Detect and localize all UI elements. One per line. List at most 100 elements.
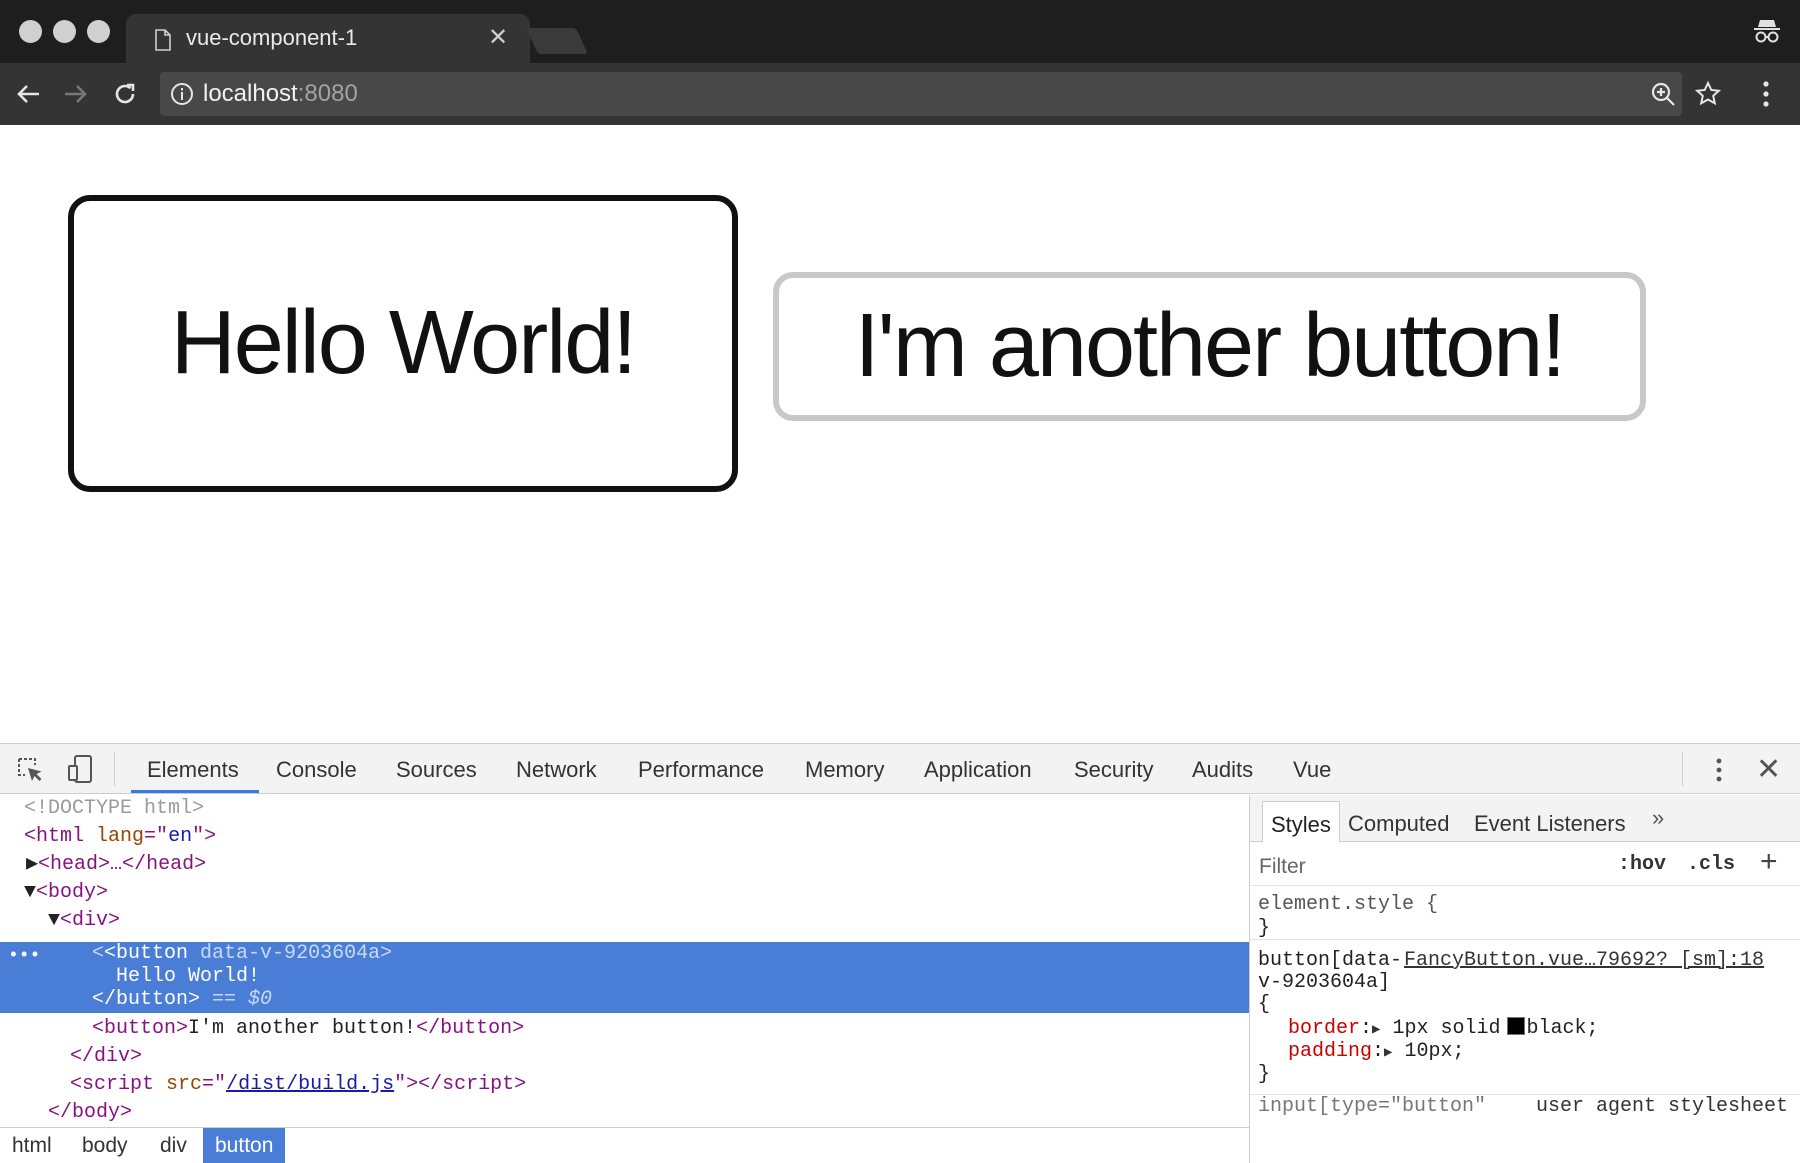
url-port: :8080 xyxy=(297,80,358,107)
hello-world-button[interactable]: Hello World! xyxy=(68,195,738,492)
styles-pane-tabs: Styles Computed Event Listeners » xyxy=(1250,795,1800,842)
url-host: localhost xyxy=(203,80,298,107)
breadcrumb-div[interactable]: div xyxy=(148,1128,199,1163)
back-arrow-icon[interactable] xyxy=(12,77,46,111)
script-src-link[interactable]: /dist/build.js xyxy=(226,1073,394,1096)
element-style-close: } xyxy=(1258,917,1271,940)
browser-tab[interactable]: vue-component-1 ✕ xyxy=(126,14,530,64)
breadcrumb-body[interactable]: body xyxy=(70,1128,140,1163)
close-devtools-icon[interactable]: ✕ xyxy=(1756,752,1781,787)
close-window-button[interactable] xyxy=(19,20,42,43)
title-bar: vue-component-1 ✕ xyxy=(0,0,1800,64)
expand-triangle-icon[interactable]: ▶ xyxy=(1372,1022,1380,1038)
tab-vue[interactable]: Vue xyxy=(1293,757,1331,783)
expand-triangle-icon[interactable]: ▶ xyxy=(1384,1045,1392,1061)
divider xyxy=(1250,939,1800,940)
reload-icon[interactable] xyxy=(108,77,142,111)
tab-application[interactable]: Application xyxy=(924,757,1032,783)
close-tab-icon[interactable]: ✕ xyxy=(488,23,508,52)
devtools-panel: Elements Console Sources Network Perform… xyxy=(0,743,1800,1163)
dom-button2-text: I'm another button! xyxy=(188,1017,417,1040)
tab-styles[interactable]: Styles xyxy=(1262,801,1340,842)
dom-doctype[interactable]: <!DOCTYPE html> xyxy=(24,797,204,821)
tab-security[interactable]: Security xyxy=(1074,757,1153,783)
breadcrumb-button[interactable]: button xyxy=(203,1128,286,1163)
divider xyxy=(1250,885,1800,886)
info-icon[interactable] xyxy=(170,82,194,106)
active-tab-indicator xyxy=(131,790,259,793)
expand-triangle-icon[interactable]: ▶ xyxy=(26,853,38,876)
dom-div-node[interactable]: ▼<div> xyxy=(48,909,120,933)
zoom-icon[interactable] xyxy=(1650,81,1676,107)
css-prop-name: border xyxy=(1288,1017,1361,1040)
ua-selector[interactable]: input[type="button" xyxy=(1258,1095,1486,1119)
forward-arrow-icon[interactable] xyxy=(58,77,92,111)
dom-tree: <!DOCTYPE html> <html lang="en"> ▶<head>… xyxy=(0,795,1249,1125)
dom-head-node[interactable]: ▶<head>…</head> xyxy=(26,853,206,877)
rule-open-brace: { xyxy=(1258,993,1271,1016)
dom-html-tag: <html xyxy=(24,825,85,848)
rule-selector-line2[interactable]: v-9203604a] xyxy=(1258,971,1390,995)
toolbar-separator xyxy=(114,752,115,786)
devtools-tab-bar: Elements Console Sources Network Perform… xyxy=(0,744,1800,794)
dom-selected-text: Hello World! xyxy=(116,965,261,988)
more-options-icon[interactable]: ••• xyxy=(8,946,40,966)
inspect-element-icon[interactable] xyxy=(16,756,44,784)
tab-computed[interactable]: Computed xyxy=(1348,811,1450,837)
tab-elements[interactable]: Elements xyxy=(147,757,239,783)
breadcrumb: html body div button xyxy=(0,1127,1249,1163)
element-style-selector[interactable]: element.style { xyxy=(1258,893,1438,917)
styles-pane: Styles Computed Event Listeners » Filter… xyxy=(1249,795,1800,1163)
css-prop-value: 1px solid xyxy=(1392,1017,1501,1040)
rule-close-brace: } xyxy=(1258,1063,1271,1086)
dom-body-close[interactable]: </body> xyxy=(48,1101,132,1125)
toolbar-separator xyxy=(1682,752,1683,786)
minimize-window-button[interactable] xyxy=(53,20,76,43)
device-toolbar-icon[interactable] xyxy=(66,754,96,784)
dom-html-node[interactable]: <html lang="en"> xyxy=(24,825,216,849)
tab-network[interactable]: Network xyxy=(516,757,597,783)
dom-html-attr: lang xyxy=(96,825,145,848)
dom-selected-marker: == $0 xyxy=(212,988,273,1011)
tab-memory[interactable]: Memory xyxy=(805,757,884,783)
new-rule-plus-icon[interactable]: + xyxy=(1760,845,1778,879)
zoom-window-button[interactable] xyxy=(87,20,110,43)
dom-div-close[interactable]: </div> xyxy=(70,1045,142,1069)
another-button[interactable]: I'm another button! xyxy=(773,272,1646,421)
collapse-triangle-icon[interactable]: ▼ xyxy=(48,909,60,932)
css-color-name: black xyxy=(1526,1017,1587,1040)
devtools-menu-icon[interactable] xyxy=(1712,756,1726,784)
tab-sources[interactable]: Sources xyxy=(396,757,477,783)
browser-menu-icon[interactable] xyxy=(1756,77,1776,111)
css-prop-value: 10px xyxy=(1404,1040,1453,1063)
dom-button2-node[interactable]: <button>I'm another button!</button> xyxy=(92,1017,524,1041)
hov-toggle[interactable]: :hov xyxy=(1618,853,1666,876)
address-bar[interactable]: localhost:8080 xyxy=(160,72,1722,116)
dom-body-node[interactable]: ▼<body> xyxy=(24,881,108,905)
bookmark-star-icon[interactable] xyxy=(1694,80,1722,108)
dom-script-node[interactable]: <script src="/dist/build.js"></script> xyxy=(70,1073,526,1097)
chevron-right-double-icon[interactable]: » xyxy=(1652,805,1664,831)
breadcrumb-html[interactable]: html xyxy=(0,1128,64,1163)
rule-source-link[interactable]: FancyButton.vue…79692? [sm]:18 xyxy=(1404,949,1764,973)
dom-selected-tag-name: <button xyxy=(104,942,189,965)
dom-selected-node[interactable]: ••• <<button data-v-9203604a> Hello Worl… xyxy=(0,942,1249,1013)
dom-selected-attr: data-v-9203604a xyxy=(200,942,381,965)
new-tab-button[interactable] xyxy=(525,28,589,54)
css-prop-border[interactable]: border:▶ 1px solid black; xyxy=(1288,1017,1599,1042)
incognito-icon xyxy=(1754,20,1780,43)
tab-audits[interactable]: Audits xyxy=(1192,757,1253,783)
cls-toggle[interactable]: .cls xyxy=(1687,853,1735,876)
collapse-triangle-icon[interactable]: ▼ xyxy=(24,881,36,904)
browser-toolbar: localhost:8080 xyxy=(0,63,1800,125)
tab-event-listeners[interactable]: Event Listeners xyxy=(1474,811,1626,837)
document-icon xyxy=(155,29,171,51)
rule-selector-line1[interactable]: button[data- xyxy=(1258,949,1402,973)
styles-filter-input[interactable]: Filter xyxy=(1259,855,1306,879)
tab-console[interactable]: Console xyxy=(276,757,357,783)
url-text[interactable]: localhost:8080 xyxy=(203,80,358,108)
page-viewport: Hello World! I'm another button! xyxy=(0,125,1800,743)
color-swatch[interactable] xyxy=(1506,1017,1525,1035)
tab-performance[interactable]: Performance xyxy=(638,757,764,783)
css-prop-padding[interactable]: padding:▶ 10px; xyxy=(1288,1040,1465,1065)
